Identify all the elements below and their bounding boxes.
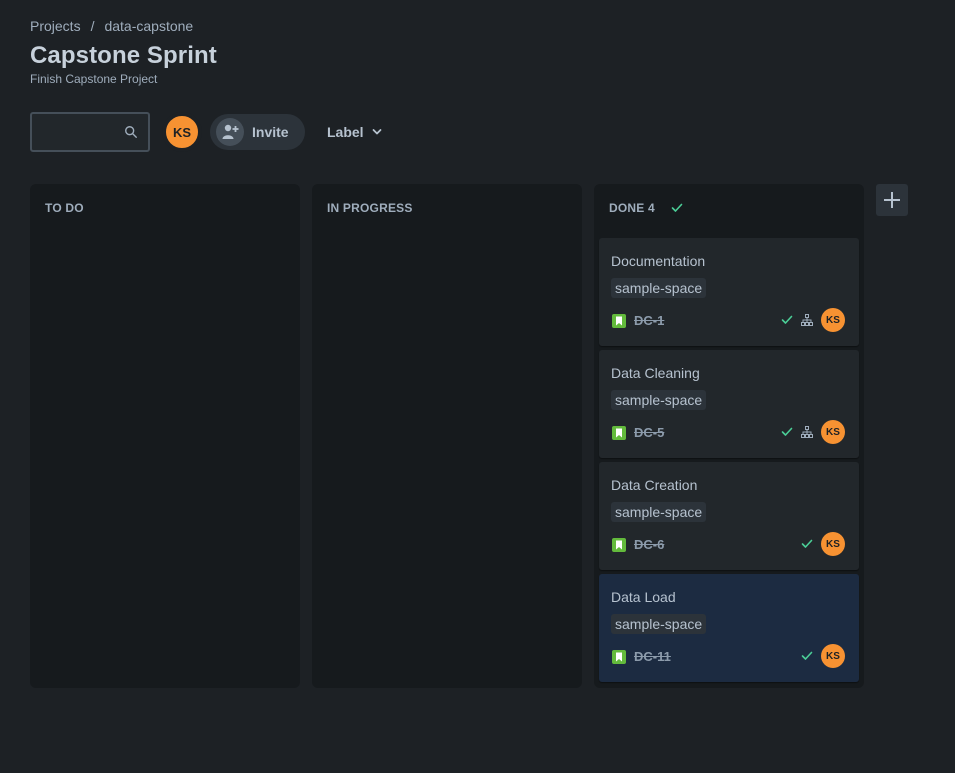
search-icon bbox=[125, 126, 137, 138]
card-title: Documentation bbox=[611, 253, 706, 269]
issue-key[interactable]: DC-6 bbox=[634, 537, 664, 552]
add-column-button[interactable] bbox=[876, 184, 908, 216]
card-footer: DC-11 bbox=[612, 649, 671, 664]
invite-button[interactable]: Invite bbox=[210, 114, 305, 150]
issue-card[interactable]: Data Creation sample-space DC-6 KS bbox=[599, 462, 859, 570]
story-icon bbox=[612, 649, 626, 664]
search-box[interactable] bbox=[30, 112, 150, 152]
page-title: Capstone Sprint bbox=[30, 42, 217, 69]
column-header-in-progress: IN PROGRESS bbox=[327, 201, 413, 215]
breadcrumb: Projects / data-capstone bbox=[30, 18, 193, 34]
assignee-avatar[interactable]: KS bbox=[821, 420, 845, 444]
column-header-todo: TO DO bbox=[45, 201, 84, 215]
card-meta: KS bbox=[781, 308, 845, 332]
column-todo: TO DO bbox=[30, 184, 300, 688]
check-icon bbox=[801, 651, 813, 660]
page-subtitle: Finish Capstone Project bbox=[30, 72, 158, 86]
card-footer: DC-6 bbox=[612, 537, 664, 552]
breadcrumb-separator: / bbox=[90, 18, 95, 34]
check-icon bbox=[781, 315, 793, 324]
issue-card[interactable]: Data Load sample-space DC-11 KS bbox=[599, 574, 859, 682]
issue-key[interactable]: DC-1 bbox=[634, 313, 664, 328]
issue-key[interactable]: DC-5 bbox=[634, 425, 664, 440]
chevron-down-icon bbox=[372, 129, 381, 135]
child-issues-icon[interactable] bbox=[801, 426, 813, 438]
card-label[interactable]: sample-space bbox=[611, 502, 707, 522]
add-person-icon bbox=[216, 118, 244, 146]
label-filter-text: Label bbox=[327, 124, 364, 140]
check-icon bbox=[781, 427, 793, 436]
board-page: Projects / data-capstone Capstone Sprint… bbox=[0, 0, 955, 773]
assignee-avatar[interactable]: KS bbox=[821, 644, 845, 668]
card-label[interactable]: sample-space bbox=[611, 614, 707, 634]
invite-label: Invite bbox=[252, 124, 289, 140]
breadcrumb-projects[interactable]: Projects bbox=[30, 18, 81, 34]
column-header-done: DONE 4 bbox=[609, 201, 683, 215]
card-footer: DC-5 bbox=[612, 425, 664, 440]
card-meta: KS bbox=[801, 644, 845, 668]
issue-card[interactable]: Data Cleaning sample-space DC-5 KS bbox=[599, 350, 859, 458]
card-meta: KS bbox=[801, 532, 845, 556]
card-label[interactable]: sample-space bbox=[611, 278, 707, 298]
story-icon bbox=[612, 313, 626, 328]
assignee-filter-avatar[interactable]: KS bbox=[164, 114, 200, 150]
column-title: IN PROGRESS bbox=[327, 201, 413, 215]
assignee-avatar[interactable]: KS bbox=[821, 532, 845, 556]
story-icon bbox=[612, 425, 626, 440]
assignee-avatar[interactable]: KS bbox=[821, 308, 845, 332]
card-title: Data Cleaning bbox=[611, 365, 700, 381]
card-label[interactable]: sample-space bbox=[611, 390, 707, 410]
check-icon bbox=[801, 539, 813, 548]
label-filter-dropdown[interactable]: Label bbox=[327, 124, 382, 140]
card-title: Data Load bbox=[611, 589, 676, 605]
column-title: TO DO bbox=[45, 201, 84, 215]
child-issues-icon[interactable] bbox=[801, 314, 813, 326]
story-icon bbox=[612, 537, 626, 552]
plus-icon bbox=[884, 192, 900, 208]
column-in-progress: IN PROGRESS bbox=[312, 184, 582, 688]
issue-key[interactable]: DC-11 bbox=[634, 649, 671, 664]
breadcrumb-project[interactable]: data-capstone bbox=[104, 18, 193, 34]
column-title: DONE 4 bbox=[609, 201, 655, 215]
card-footer: DC-1 bbox=[612, 313, 664, 328]
check-icon bbox=[671, 203, 683, 212]
column-done: DONE 4 Documentation sample-space DC-1 K… bbox=[594, 184, 864, 688]
card-title: Data Creation bbox=[611, 477, 698, 493]
issue-card[interactable]: Documentation sample-space DC-1 KS bbox=[599, 238, 859, 346]
card-meta: KS bbox=[781, 420, 845, 444]
search-input[interactable] bbox=[38, 122, 118, 142]
